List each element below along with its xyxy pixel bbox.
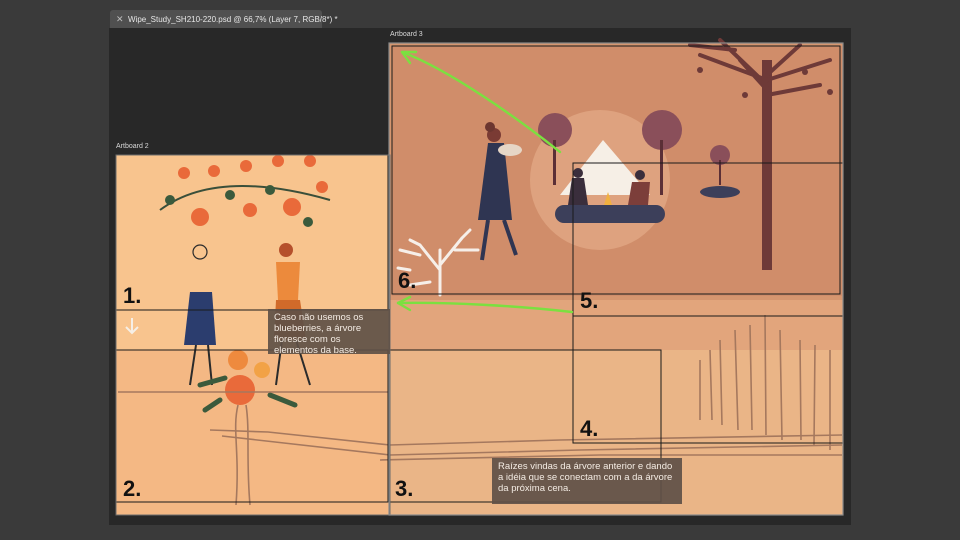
artboard2-lower-band [116, 350, 390, 515]
note-blueberries[interactable]: Caso não usemos os blueberries, a árvore… [268, 309, 390, 356]
panel-number-6: 6. [398, 268, 417, 293]
note-roots[interactable]: Raízes vindas da árvore anterior e dando… [492, 458, 682, 504]
panel-number-3: 3. [395, 476, 414, 501]
panel-number-4: 4. [580, 416, 599, 441]
panel-number-2: 2. [123, 476, 142, 501]
panel-number-1: 1. [123, 283, 142, 308]
panel-number-5: 5. [580, 288, 599, 313]
artwork-canvas[interactable] [0, 0, 960, 540]
